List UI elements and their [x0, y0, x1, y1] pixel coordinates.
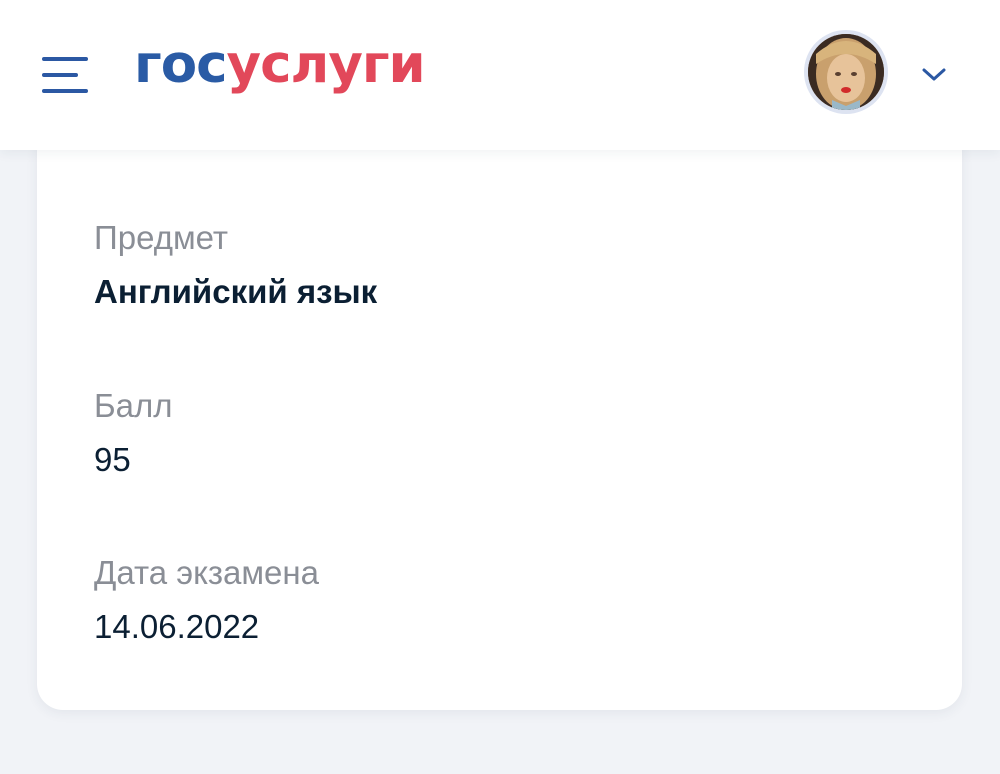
hamburger-menu-icon[interactable]	[38, 54, 90, 96]
menu-line	[42, 89, 88, 93]
field-score: Балл 95	[94, 389, 173, 476]
user-avatar[interactable]	[804, 30, 888, 114]
logo-part-uslugi: услуги	[226, 34, 426, 95]
field-label: Балл	[94, 387, 173, 424]
field-exam-date: Дата экзамена 14.06.2022	[94, 556, 319, 643]
avatar-photo	[808, 34, 884, 110]
field-label: Дата экзамена	[94, 554, 319, 591]
menu-line	[42, 57, 88, 61]
logo-part-gos: гос	[134, 34, 228, 95]
app-header: госуслуги	[0, 0, 1000, 150]
field-value: 14.06.2022	[94, 608, 260, 645]
chevron-down-icon[interactable]	[920, 62, 948, 86]
field-value: Английский язык	[94, 273, 378, 310]
field-value: 95	[94, 441, 131, 478]
gosuslugi-logo[interactable]: госуслуги	[134, 38, 426, 91]
field-subject: Предмет Английский язык	[94, 221, 377, 308]
field-label: Предмет	[94, 219, 229, 256]
exam-result-card: Предмет Английский язык Балл 95 Дата экз…	[37, 120, 962, 710]
menu-line	[42, 73, 78, 77]
